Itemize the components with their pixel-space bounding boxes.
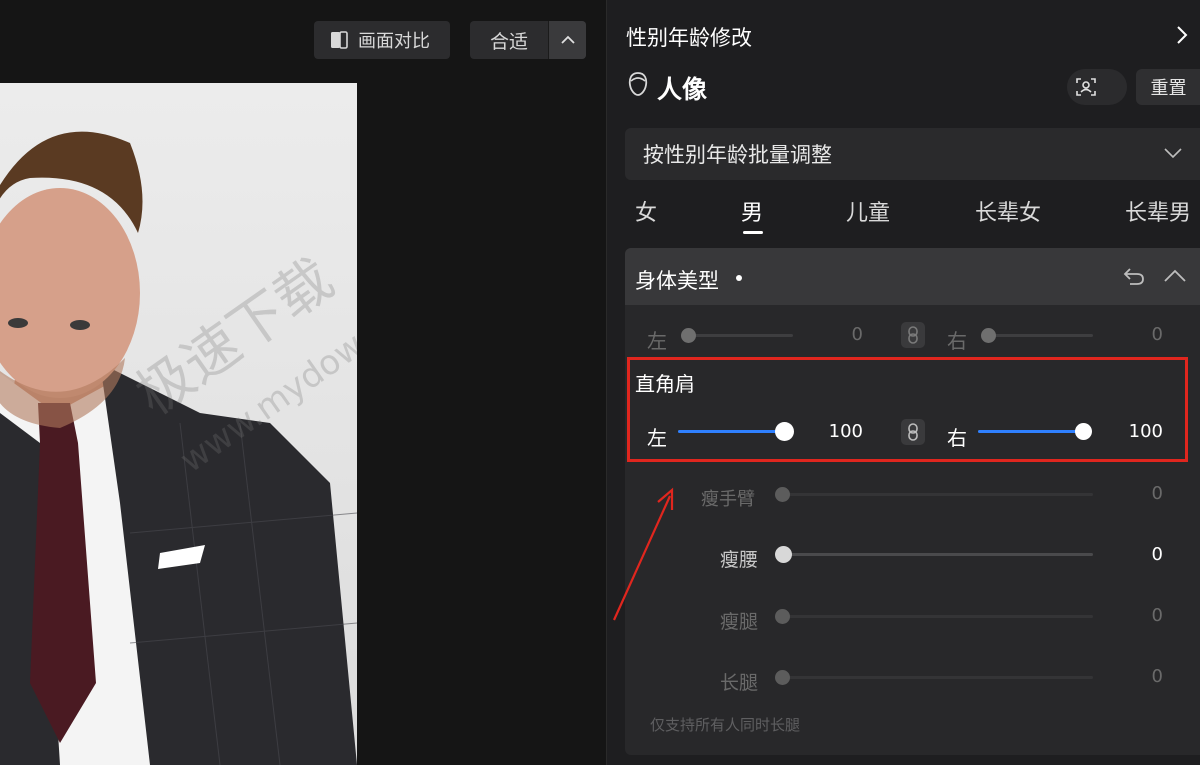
gender-age-tabs: 女 男 儿童 长辈女 长辈男 [607,190,1200,236]
long-leg-value: 0 [1151,666,1163,687]
long-leg-knob[interactable] [775,670,790,685]
annotation-highlight-box [627,357,1188,462]
slim-waist-value: 0 [1151,544,1163,565]
undo-icon[interactable] [1122,265,1146,287]
top-right-value: 0 [1151,324,1163,345]
slim-arm-slider[interactable] [775,487,1093,502]
slim-leg-slider[interactable] [775,609,1093,624]
compare-button[interactable]: 画面对比 [314,21,450,59]
slim-leg-value: 0 [1151,605,1163,626]
long-leg-note: 仅支持所有人同时长腿 [650,716,801,734]
portrait-illustration [0,131,357,765]
fit-label[interactable]: 合适 [470,27,548,54]
link-toggle-top[interactable] [901,322,925,348]
top-left-slider-knob[interactable] [681,328,696,343]
modified-dot [736,275,742,281]
slim-leg-label: 瘦腿 [720,611,759,633]
face-select-button[interactable] [1067,69,1127,105]
tab-child[interactable]: 儿童 [846,195,890,227]
panel-title: 性别年龄修改 [626,26,752,50]
compare-icon [331,31,348,49]
fit-zoom-control[interactable]: 合适 [470,21,586,59]
tab-male[interactable]: 男 [741,195,763,227]
tab-female[interactable]: 女 [635,195,657,227]
long-leg-label: 长腿 [720,672,759,694]
top-right-slider[interactable] [981,328,1093,343]
annotation-arrow [612,487,674,621]
compare-label: 画面对比 [358,31,430,52]
slim-waist-label: 瘦腰 [720,549,759,571]
reset-button[interactable]: 重置 [1136,69,1200,105]
batch-adjust-label: 按性别年龄批量调整 [643,143,832,167]
chevron-down-icon [1164,148,1182,159]
body-shape-section: 身体美型 左 0 右 0 直角肩 左 100 右 100 瘦手臂 0 瘦腰 0 … [625,248,1200,755]
canvas-area: 画面对比 合适 极速下载 www.mydow [0,0,606,765]
slim-waist-slider[interactable] [775,546,1093,563]
slim-arm-value: 0 [1151,483,1163,504]
app-window: 画面对比 合适 极速下载 www.mydow 性别年龄修改 人像 重置 按性别年… [0,0,1200,765]
top-right-slider-knob[interactable] [981,328,996,343]
top-left-value: 0 [851,324,863,345]
canvas-toolbar: 画面对比 合适 [314,21,586,59]
tab-elder-female[interactable]: 长辈女 [975,195,1041,227]
top-right-label: 右 [947,329,967,353]
slim-waist-knob[interactable] [775,546,792,563]
batch-adjust-dropdown[interactable]: 按性别年龄批量调整 [625,128,1200,180]
slim-arm-label: 瘦手臂 [701,489,755,510]
body-shape-header[interactable]: 身体美型 [625,248,1200,305]
chevron-up-icon[interactable] [1162,265,1188,287]
section-title: 身体美型 [635,269,719,293]
portrait-photo: 极速下载 www.mydow [0,83,357,765]
tab-elder-male[interactable]: 长辈男 [1125,195,1191,227]
active-tab-indicator [743,231,763,234]
top-left-slider[interactable] [681,328,793,343]
top-left-label: 左 [647,329,667,353]
chevron-right-icon[interactable] [1172,24,1192,46]
portrait-label: 人像 [657,75,708,104]
face-outline-icon [628,72,648,96]
link-icon [908,326,918,344]
long-leg-slider[interactable] [775,670,1093,685]
slim-leg-knob[interactable] [775,609,790,624]
chevron-up-icon[interactable] [548,21,586,59]
face-scan-icon [1076,78,1096,96]
slim-arm-knob[interactable] [775,487,790,502]
